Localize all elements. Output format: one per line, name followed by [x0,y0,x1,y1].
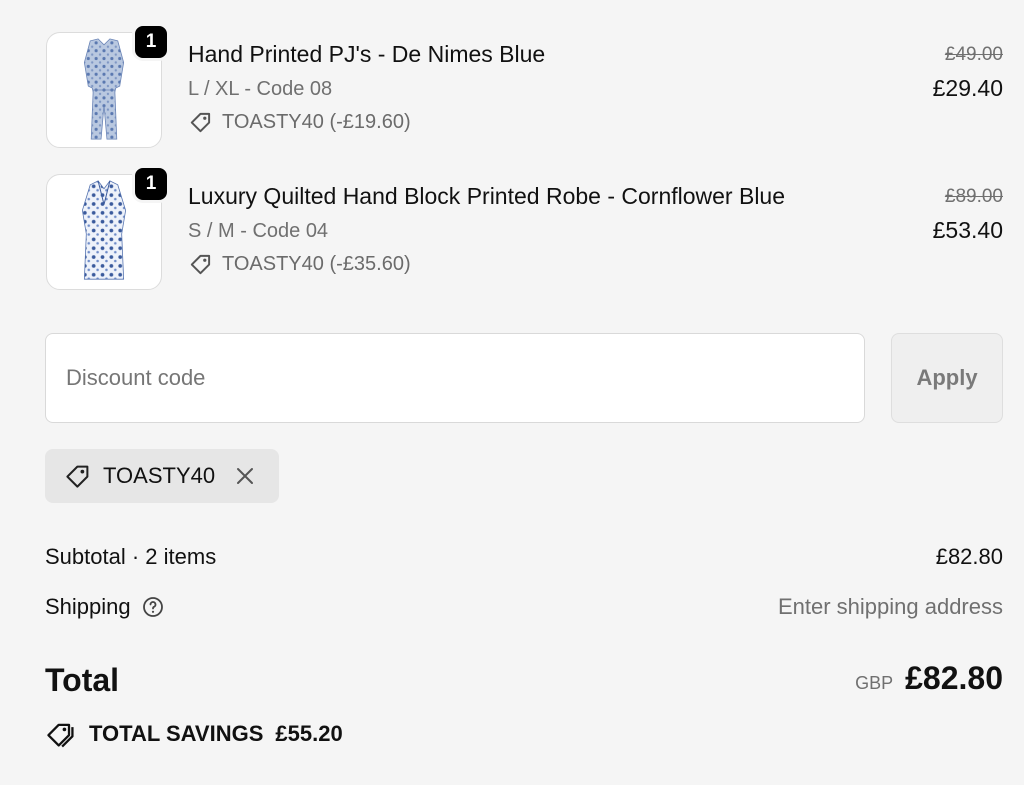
product-thumbnail[interactable]: 1 [46,23,170,148]
savings-tag-icon [47,723,74,748]
apply-button[interactable]: Apply [891,333,1003,423]
item-discount-label: TOASTY40 (-£19.60) [222,110,411,133]
close-icon[interactable] [233,464,257,488]
shipping-label: Shipping [45,594,131,619]
help-circle-icon[interactable] [141,595,165,619]
tag-icon [190,254,211,275]
total-savings: TOTAL SAVINGS £55.20 [45,718,343,750]
discounted-price: £53.40 [932,217,1003,243]
item-discount: TOASTY40 (-£19.60) [188,109,411,135]
quantity-badge: 1 [132,165,170,203]
total-amount: £82.80 [905,660,1003,696]
original-price: £89.00 [944,186,1003,207]
shipping-row: Shipping [45,594,165,620]
product-thumbnail[interactable]: 1 [46,165,170,290]
currency-code: GBP [855,673,894,693]
product-variant: L / XL - Code 08 [188,78,333,100]
applied-code-label: TOASTY40 [103,463,216,488]
subtotal-row: Subtotal · 2 items [45,544,216,570]
item-discount: TOASTY40 (-£35.60) [188,251,411,277]
tag-icon [66,465,89,488]
line-item: 1 Luxury Quilted Hand Block Printed Robe… [46,165,1003,294]
discount-code-input[interactable] [45,333,865,423]
discounted-price: £29.40 [932,75,1003,101]
line-item: 1 Hand Printed PJ's - De Nimes Blue L / … [46,23,1003,152]
tag-icon [190,112,211,133]
total-value: GBP £82.80 [855,660,1003,697]
product-title: Hand Printed PJ's - De Nimes Blue [188,41,546,67]
shipping-value: Enter shipping address [777,594,1003,619]
quantity-badge: 1 [132,23,170,61]
subtotal-value: £82.80 [935,544,1003,569]
item-discount-label: TOASTY40 (-£35.60) [222,252,411,275]
product-title: Luxury Quilted Hand Block Printed Robe -… [188,183,786,209]
savings-value: £55.20 [275,721,343,746]
total-label: Total [45,662,120,698]
applied-code-chip: TOASTY40 [45,449,279,503]
original-price: £49.00 [944,44,1003,65]
subtotal-label: Subtotal · 2 items [45,544,217,569]
savings-label: TOTAL SAVINGS [89,721,264,746]
product-variant: S / M - Code 04 [188,220,329,242]
